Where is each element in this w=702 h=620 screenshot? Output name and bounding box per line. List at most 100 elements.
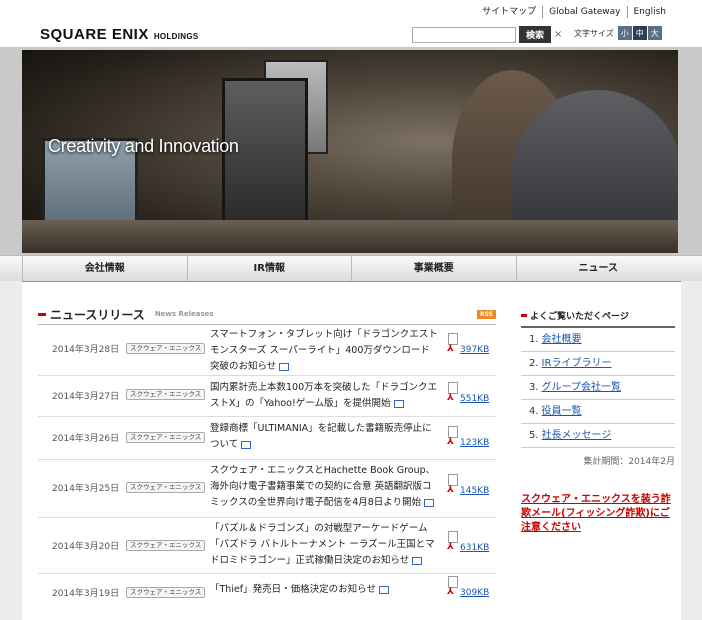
news-title: ニュースリリース bbox=[50, 307, 145, 322]
sitemap-link[interactable]: サイトマップ bbox=[476, 6, 542, 18]
utility-links: サイトマップ Global Gateway English bbox=[476, 6, 672, 18]
news-date: 2014年3月26日 bbox=[52, 434, 120, 444]
clear-icon[interactable]: × bbox=[554, 29, 562, 40]
nav-edge bbox=[680, 256, 702, 281]
news-date: 2014年3月19日 bbox=[52, 589, 120, 599]
popular-item[interactable]: 4. 役員一覧 bbox=[521, 400, 675, 424]
logo-main: SQUARE ENIX bbox=[40, 26, 149, 43]
news-link[interactable]: 国内累計売上本数100万本を突破した「ドラゴンクエストX」の「Yahoo!ゲーム… bbox=[210, 380, 438, 412]
pdf-size[interactable]: 397KB bbox=[460, 345, 489, 355]
main-nav: 会社情報 IR情報 事業概要 ニュース bbox=[0, 255, 702, 282]
nav-news[interactable]: ニュース bbox=[515, 256, 681, 281]
popular-item[interactable]: 1. 会社概要 bbox=[521, 328, 675, 352]
font-size-medium-button[interactable]: 中 bbox=[632, 26, 647, 40]
logo-sub: HOLDINGS bbox=[153, 32, 199, 41]
pdf-icon: ⅄ bbox=[447, 587, 454, 597]
popular-pages: よくご覧いただくページ 1. 会社概要 2. IRライブラリー 3. グループ会社一覧… bbox=[521, 309, 675, 535]
popular-num: 5. bbox=[529, 430, 539, 441]
pdf-link[interactable]: ⅄ 397KB bbox=[447, 333, 489, 355]
hero-image: Creativity and Innovation bbox=[22, 50, 678, 253]
popular-link[interactable]: 役員一覧 bbox=[542, 406, 582, 417]
pdf-icon: ⅄ bbox=[447, 344, 454, 354]
hero-desk bbox=[22, 220, 678, 253]
pdf-link[interactable]: ⅄ 551KB bbox=[447, 382, 489, 404]
font-size-label: 文字サイズ bbox=[574, 28, 614, 38]
company-tag: スクウェア・エニックス bbox=[126, 389, 206, 400]
global-gateway-link[interactable]: Global Gateway bbox=[542, 6, 626, 18]
hero-tagline: Creativity and Innovation bbox=[48, 136, 239, 156]
popular-num: 3. bbox=[529, 382, 539, 393]
pdf-link[interactable]: ⅄ 123KB bbox=[447, 426, 489, 448]
news-row: 2014年3月20日 スクウェア・エニックス 「パズル＆ドラゴンズ」の対戦型アー… bbox=[38, 518, 496, 574]
news-row: 2014年3月19日 スクウェア・エニックス 「Thief」発売日・価格決定のお… bbox=[38, 574, 496, 604]
window-icon bbox=[378, 585, 389, 594]
news-date: 2014年3月27日 bbox=[52, 392, 120, 402]
nav-business-overview[interactable]: 事業概要 bbox=[351, 256, 516, 281]
english-link[interactable]: English bbox=[626, 6, 673, 18]
window-icon bbox=[424, 498, 435, 507]
nav-ir-info[interactable]: IR情報 bbox=[186, 256, 352, 281]
news-text[interactable]: 「パズル＆ドラゴンズ」の対戦型アーケードゲーム「パズドラ バトルトーナメント ー… bbox=[210, 523, 435, 566]
search-area: 検索 × bbox=[412, 26, 562, 43]
pdf-size[interactable]: 309KB bbox=[460, 588, 489, 598]
popular-link[interactable]: 社長メッセージ bbox=[542, 430, 612, 441]
section-marker-icon bbox=[38, 312, 46, 316]
popular-num: 4. bbox=[529, 406, 539, 417]
window-icon bbox=[279, 362, 290, 371]
popular-item[interactable]: 5. 社長メッセージ bbox=[521, 424, 675, 448]
logo[interactable]: SQUARE ENIX HOLDINGS bbox=[40, 26, 198, 43]
news-date: 2014年3月25日 bbox=[52, 484, 120, 494]
news-text[interactable]: スクウェア・エニックスとHachette Book Group、海外向け電子書籍… bbox=[210, 465, 435, 508]
window-icon bbox=[412, 556, 423, 565]
pdf-link[interactable]: ⅄ 631KB bbox=[447, 531, 489, 553]
popular-num: 1. bbox=[529, 334, 539, 345]
news-link[interactable]: スクウェア・エニックスとHachette Book Group、海外向け電子書籍… bbox=[210, 463, 438, 511]
news-header: ニュースリリース News Releases RSS bbox=[38, 306, 496, 325]
popular-item[interactable]: 2. IRライブラリー bbox=[521, 352, 675, 376]
news-link[interactable]: 登録商標「ULTIMANIA」を記載した書籍販売停止について bbox=[210, 421, 438, 453]
period-note: 集計期間：2014年2月 bbox=[583, 457, 675, 467]
font-size-switcher: 文字サイズ 小 中 大 bbox=[574, 26, 662, 40]
search-button[interactable]: 検索 bbox=[519, 26, 552, 43]
news-row: 2014年3月27日 スクウェア・エニックス 国内累計売上本数100万本を突破し… bbox=[38, 376, 496, 417]
font-size-large-button[interactable]: 大 bbox=[647, 26, 662, 40]
news-link[interactable]: スマートフォン・タブレット向け「ドラゴンクエストモンスターズ スーパーライト」4… bbox=[210, 327, 438, 375]
font-size-small-button[interactable]: 小 bbox=[617, 26, 632, 40]
pdf-size[interactable]: 631KB bbox=[460, 543, 489, 553]
pdf-size[interactable]: 123KB bbox=[460, 438, 489, 448]
news-link[interactable]: 「Thief」発売日・価格決定のお知らせ bbox=[210, 582, 438, 598]
company-tag: スクウェア・エニックス bbox=[126, 343, 206, 354]
phishing-alert-link[interactable]: スクウェア・エニックスを装う詐欺メール(フィッシング詐欺)にご注意ください bbox=[521, 493, 675, 535]
popular-link[interactable]: IRライブラリー bbox=[542, 358, 612, 369]
pdf-icon: ⅄ bbox=[447, 542, 454, 552]
popular-title: よくご覧いただくページ bbox=[530, 312, 629, 322]
news-date: 2014年3月28日 bbox=[52, 345, 120, 355]
news-link[interactable]: 「パズル＆ドラゴンズ」の対戦型アーケードゲーム「パズドラ バトルトーナメント ー… bbox=[210, 521, 438, 569]
search-input[interactable] bbox=[412, 26, 516, 43]
news-row: 2014年3月26日 スクウェア・エニックス 登録商標「ULTIMANIA」を記… bbox=[38, 417, 496, 460]
left-margin bbox=[0, 281, 22, 620]
popular-num: 2. bbox=[529, 358, 539, 369]
news-releases: ニュースリリース News Releases RSS 2014年3月28日 スク… bbox=[38, 306, 496, 604]
pdf-size[interactable]: 551KB bbox=[460, 394, 489, 404]
rss-icon[interactable]: RSS bbox=[477, 309, 496, 319]
right-margin bbox=[681, 281, 702, 620]
section-marker-icon bbox=[521, 314, 527, 317]
news-row: 2014年3月25日 スクウェア・エニックス スクウェア・エニックスとHache… bbox=[38, 460, 496, 518]
nav-company-info[interactable]: 会社情報 bbox=[22, 256, 187, 281]
popular-link[interactable]: グループ会社一覧 bbox=[542, 382, 621, 393]
pdf-size[interactable]: 145KB bbox=[460, 486, 489, 496]
news-subtitle: News Releases bbox=[154, 310, 214, 318]
pdf-link[interactable]: ⅄ 145KB bbox=[447, 474, 489, 496]
window-icon bbox=[241, 440, 252, 449]
popular-header: よくご覧いただくページ bbox=[521, 309, 675, 328]
popular-link[interactable]: 会社概要 bbox=[542, 334, 582, 345]
nav-edge bbox=[0, 256, 22, 281]
pdf-icon: ⅄ bbox=[447, 485, 454, 495]
pdf-link[interactable]: ⅄ 309KB bbox=[447, 576, 489, 598]
news-text[interactable]: 「Thief」発売日・価格決定のお知らせ bbox=[210, 584, 376, 595]
news-row: 2014年3月28日 スクウェア・エニックス スマートフォン・タブレット向け「ド… bbox=[38, 325, 496, 376]
pdf-icon: ⅄ bbox=[447, 437, 454, 447]
news-text[interactable]: スマートフォン・タブレット向け「ドラゴンクエストモンスターズ スーパーライト」4… bbox=[210, 329, 438, 372]
popular-item[interactable]: 3. グループ会社一覧 bbox=[521, 376, 675, 400]
